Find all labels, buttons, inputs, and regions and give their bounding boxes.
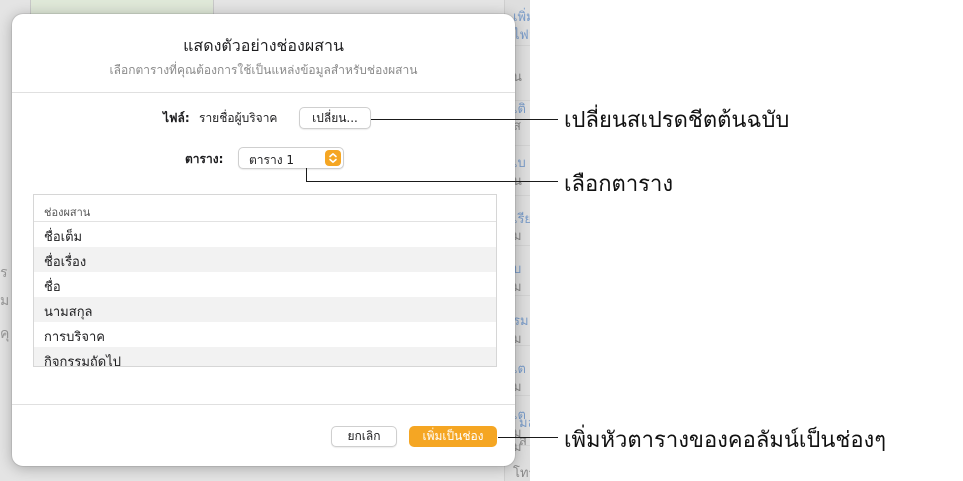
merge-fields-list[interactable]: ช่องผสาน ชื่อเต็ม ชื่อเรื่อง ชื่อ นามสกุ… [33,194,497,367]
callout-change-spreadsheet: เปลี่ยนสเปรดชีตต้นฉบับ [564,108,790,133]
cancel-button[interactable]: ยกเลิก [331,426,397,447]
table-select[interactable]: ตาราง 1 [238,147,344,169]
top-divider [12,92,515,93]
callout-line-change [371,119,558,120]
callout-vline-table [306,168,307,181]
list-item-label: การบริจาค [44,330,106,345]
dialog-subtitle: เลือกตารางที่คุณต้องการใช้เป็นแหล่งข้อมู… [109,63,418,77]
add-as-fields-button[interactable]: เพิ่มเป็นช่อง [409,426,497,447]
bg-text: ส [519,434,527,449]
callout-select-table: เลือกตาราง [564,172,674,197]
list-item[interactable]: กิจกรรมถัดไป [34,347,496,367]
list-item[interactable]: นามสกุล [34,297,496,322]
callout-add-headers: เพิ่มหัวตารางของคอลัมน์เป็นช่องๆ [564,428,887,453]
bg-left-text: ม [0,293,10,309]
list-item[interactable]: ชื่อเรื่อง [34,247,496,272]
merge-fields-header-label: ช่องผสาน [44,206,91,219]
list-item-label: กิจกรรมถัดไป [44,355,121,367]
bottom-divider [12,404,515,405]
callout-line-table [306,181,558,182]
file-label: ไฟล์: [163,111,190,125]
list-item-label: ชื่อเต็ม [44,230,83,245]
dialog-title: แสดงตัวอย่างช่องผสาน [183,36,344,55]
merge-fields-header: ช่องผสาน [34,195,496,222]
table-label: ตาราง: [185,152,224,166]
list-item-label: นามสกุล [44,305,93,320]
list-item-label: ชื่อ [44,280,61,295]
list-item[interactable]: ชื่อเต็ม [34,222,496,247]
list-item[interactable]: การบริจาค [34,322,496,347]
bg-text: ไฟล์ [513,28,530,43]
bg-left-text: คุ [0,326,10,342]
merge-field-preview-dialog: แสดงตัวอย่างช่องผสาน เลือกตารางที่คุณต้อ… [12,14,515,466]
bg-left-text: ร [0,265,8,281]
list-item-label: ชื่อเรื่อง [44,255,87,270]
chevron-up-down-icon[interactable] [325,150,341,166]
callout-line-add [498,437,558,438]
bg-text: โทร [513,466,530,481]
change-file-button[interactable]: เปลี่ยน... [299,107,371,129]
table-select-value: ตาราง 1 [249,153,295,167]
file-name: รายชื่อผู้บริจาค [199,111,278,125]
list-item[interactable]: ชื่อ [34,272,496,297]
